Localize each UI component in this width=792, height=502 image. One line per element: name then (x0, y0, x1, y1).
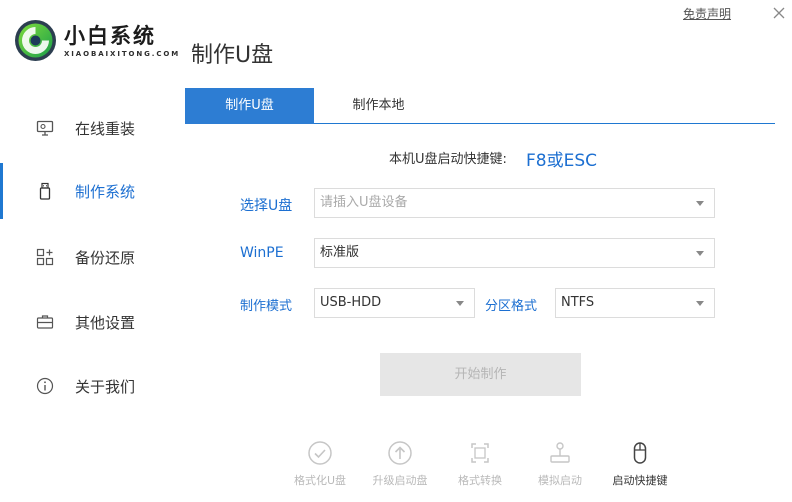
chevron-down-icon (696, 301, 704, 306)
grid-icon (36, 248, 54, 266)
sidebar-item-other-settings[interactable]: 其他设置 (0, 294, 170, 350)
info-icon (36, 377, 54, 395)
winpe-label: WinPE (240, 245, 284, 261)
tab-make-local[interactable]: 制作本地 (314, 88, 443, 123)
partition-format-select[interactable]: NTFS (555, 288, 715, 318)
disclaimer-link[interactable]: 免责声明 (683, 5, 731, 22)
partition-format-value: NTFS (561, 295, 595, 310)
sidebar-item-label: 关于我们 (75, 377, 136, 396)
joystick-icon (550, 442, 570, 463)
hotkey-value: F8或ESC (526, 151, 597, 171)
tab-bar: 制作U盘 制作本地 (185, 88, 775, 124)
app-logo-icon (15, 20, 56, 61)
sidebar-item-make-system[interactable]: 制作系统 (0, 163, 170, 219)
tool-format-usb[interactable]: 格式化U盘 (280, 440, 360, 488)
brand-title: 小白系统 (64, 24, 156, 48)
tool-label: 格式转换 (458, 474, 502, 487)
make-mode-value: USB-HDD (320, 295, 382, 310)
partition-format-label: 分区格式 (485, 299, 538, 314)
winpe-select[interactable]: 标准版 (314, 238, 715, 268)
winpe-value: 标准版 (320, 245, 360, 260)
sidebar-item-label: 其他设置 (75, 313, 136, 332)
sidebar-item-label: 制作系统 (75, 182, 136, 201)
tool-format-convert[interactable]: 格式转换 (440, 440, 520, 488)
make-mode-label: 制作模式 (240, 299, 293, 314)
usb-device-placeholder: 请插入U盘设备 (320, 195, 408, 210)
sidebar-item-label: 在线重装 (75, 119, 136, 138)
check-circle-icon (308, 441, 332, 465)
upload-circle-icon (388, 441, 412, 465)
chevron-down-icon (696, 201, 704, 206)
tool-boot-hotkey[interactable]: 启动快捷键 (600, 440, 680, 488)
chevron-down-icon (456, 301, 464, 306)
sidebar-item-about-us[interactable]: 关于我们 (0, 358, 170, 414)
mouse-icon (633, 442, 647, 464)
monitor-icon (36, 120, 54, 136)
convert-icon (471, 443, 489, 463)
briefcase-icon (36, 315, 54, 329)
chevron-down-icon (696, 251, 704, 256)
usb-device-select[interactable]: 请插入U盘设备 (314, 188, 715, 218)
tool-label: 模拟启动 (538, 474, 582, 487)
brand-subtitle: XIAOBAIXITONG.COM (64, 50, 181, 58)
close-icon[interactable] (770, 4, 788, 22)
usb-select-label: 选择U盘 (240, 198, 293, 214)
sidebar-item-label: 备份还原 (75, 248, 136, 267)
page-title: 制作U盘 (191, 43, 274, 68)
sidebar-item-online-reinstall[interactable]: 在线重装 (0, 100, 170, 156)
tool-label: 格式化U盘 (293, 474, 347, 487)
tool-label: 升级启动盘 (372, 474, 428, 487)
start-make-button[interactable]: 开始制作 (380, 353, 581, 396)
make-mode-select[interactable]: USB-HDD (314, 288, 475, 318)
sidebar-item-backup-restore[interactable]: 备份还原 (0, 229, 170, 285)
tool-upgrade-boot-disk[interactable]: 升级启动盘 (360, 440, 440, 488)
hotkey-label: 本机U盘启动快捷键: (389, 152, 507, 167)
tab-make-usb[interactable]: 制作U盘 (185, 88, 314, 124)
usb-drive-icon (39, 182, 51, 200)
tool-label: 启动快捷键 (612, 474, 668, 487)
tool-simulate-boot[interactable]: 模拟启动 (520, 440, 600, 488)
